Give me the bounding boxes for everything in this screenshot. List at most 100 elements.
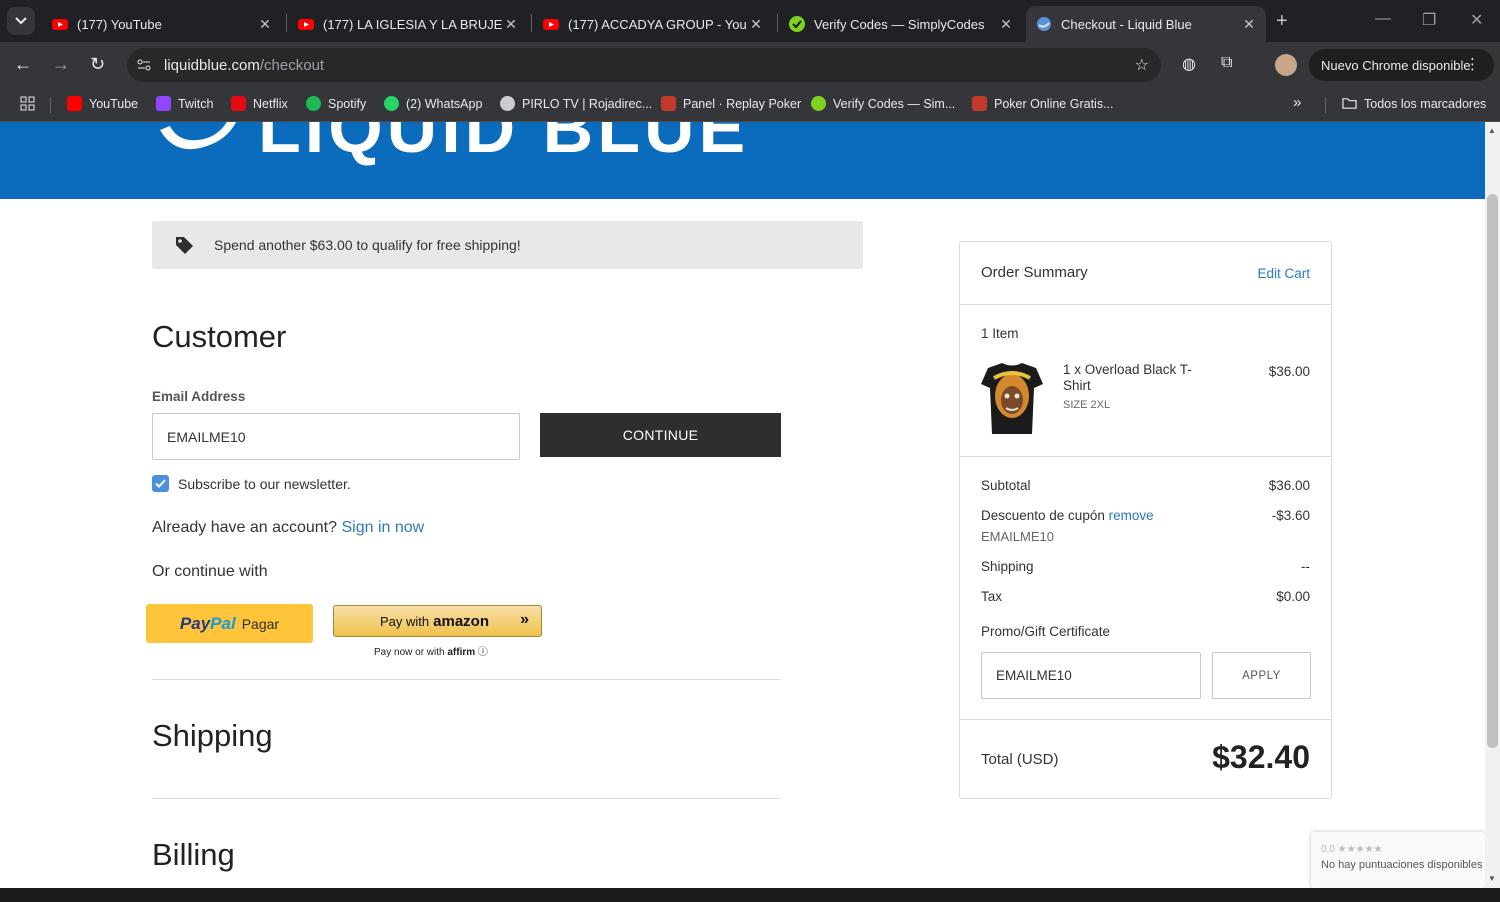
bookmark-spotify[interactable]: Spotify <box>306 96 366 111</box>
page-scrollbar[interactable]: ▲ ▼ <box>1485 122 1500 888</box>
discount-row: Descuento de cupón remove -$3.60 <box>981 508 1310 523</box>
reload-icon[interactable]: ↻ <box>90 54 105 75</box>
avatar[interactable] <box>1275 54 1297 76</box>
bookmark-star-icon[interactable]: ☆ <box>1135 55 1149 75</box>
subtotal-label: Subtotal <box>981 478 1031 493</box>
translate-icon[interactable]: ◍ <box>1182 54 1196 74</box>
tax-value: $0.00 <box>1276 589 1310 604</box>
account-prompt: Already have an account? Sign in now <box>152 519 424 537</box>
account-prompt-text: Already have an account? <box>152 519 338 536</box>
twitch-icon <box>156 96 171 111</box>
affirm-note[interactable]: Pay now or with affirm ⓘ <box>374 643 488 658</box>
browser-toolbar: ← → ↻ liquidblue.com/checkout ☆ ◍ ⧉ Nuev… <box>0 42 1500 88</box>
window-close-icon[interactable]: ✕ <box>1470 10 1483 30</box>
tab-simplycodes[interactable]: Verify Codes — SimplyCodes ✕ <box>779 6 1023 42</box>
new-tab-icon[interactable]: + <box>1276 10 1288 33</box>
rating-text: No hay puntuaciones disponibles <box>1321 859 1483 871</box>
address-bar[interactable]: liquidblue.com/checkout ☆ <box>127 48 1161 82</box>
order-summary-title: Order Summary <box>981 264 1088 281</box>
soccer-icon <box>500 96 515 111</box>
whatsapp-icon <box>384 96 399 111</box>
tax-row: Tax $0.00 <box>981 589 1310 604</box>
minimize-icon[interactable]: — <box>1375 10 1391 28</box>
youtube-icon <box>298 19 314 30</box>
summary-divider <box>960 719 1331 720</box>
edit-cart-link[interactable]: Edit Cart <box>1257 266 1310 281</box>
scroll-down-icon[interactable]: ▼ <box>1488 874 1496 883</box>
tab-divider <box>531 14 532 32</box>
liquid-blue-wordmark[interactable]: LIQUID BLUE <box>258 122 749 168</box>
amazon-pay-button[interactable]: Pay with amazon » <box>333 605 542 637</box>
poker-icon <box>661 96 676 111</box>
email-field[interactable]: EMAILME10 <box>152 413 520 460</box>
scroll-up-icon[interactable]: ▲ <box>1488 126 1496 135</box>
section-divider <box>152 679 781 680</box>
item-size: SIZE 2XL <box>1063 399 1111 411</box>
product-thumbnail[interactable] <box>980 362 1044 435</box>
close-icon[interactable]: ✕ <box>256 16 274 33</box>
close-icon[interactable]: ✕ <box>997 16 1015 33</box>
paypal-pagar-label: Pagar <box>241 615 280 632</box>
scroll-thumb[interactable] <box>1487 194 1498 748</box>
bookmark-verify-codes[interactable]: Verify Codes — Sim... <box>811 96 955 111</box>
chevron-down-icon <box>15 17 27 25</box>
tab-title: Verify Codes — SimplyCodes <box>814 16 985 32</box>
shipping-label: Shipping <box>981 559 1034 574</box>
email-label: Email Address <box>152 389 246 404</box>
subtotal-value: $36.00 <box>1268 478 1310 493</box>
bookmark-youtube[interactable]: YouTube <box>67 96 138 111</box>
email-value: EMAILME10 <box>167 428 246 445</box>
paypal-button[interactable]: Pay Pal Pagar <box>146 604 313 643</box>
applied-coupon-code: EMAILME10 <box>981 529 1054 544</box>
continue-button[interactable]: CONTINUE <box>540 413 781 457</box>
newsletter-checkbox[interactable] <box>152 475 169 492</box>
info-icon[interactable]: ⓘ <box>478 647 488 658</box>
billing-heading: Billing <box>152 837 235 872</box>
amazon-pay-label: Pay with <box>380 613 430 629</box>
liquid-blue-logo[interactable] <box>156 122 240 156</box>
tab-iglesia[interactable]: (177) LA IGLESIA Y LA BRUJERÍA ✕ <box>288 6 528 42</box>
site-settings-icon[interactable] <box>137 58 151 72</box>
back-icon[interactable]: ← <box>14 54 32 75</box>
customer-heading: Customer <box>152 319 287 354</box>
os-taskbar <box>0 888 1500 902</box>
chrome-update-button[interactable]: Nuevo Chrome disponible ⋮ <box>1309 49 1494 81</box>
extensions-icon[interactable]: ⧉ <box>1221 54 1232 72</box>
bookmark-poker-online[interactable]: Poker Online Gratis... <box>972 96 1114 111</box>
close-icon[interactable]: ✕ <box>502 16 520 33</box>
more-menu-icon[interactable]: ⋮ <box>1465 55 1480 73</box>
close-icon[interactable]: ✕ <box>1240 16 1258 33</box>
rating-widget[interactable]: 0.0 ★★★★★ No hay puntuaciones disponible… <box>1311 832 1485 888</box>
bookmarks-bar: YouTube Twitch Netflix Spotify (2) Whats… <box>0 88 1500 122</box>
tag-icon <box>176 237 193 254</box>
bookmark-twitch[interactable]: Twitch <box>156 96 213 111</box>
bookmark-divider <box>1325 97 1326 113</box>
newsletter-option[interactable]: Subscribe to our newsletter. <box>152 475 351 492</box>
total-label: Total (USD) <box>981 751 1059 768</box>
tab-checkout-active[interactable]: Checkout - Liquid Blue ✕ <box>1026 6 1266 42</box>
apps-icon[interactable] <box>20 96 35 111</box>
tab-divider <box>777 14 778 32</box>
forward-icon[interactable]: → <box>52 54 70 75</box>
more-bookmarks-icon[interactable]: » <box>1293 94 1301 111</box>
remove-coupon-link[interactable]: remove <box>1109 508 1154 523</box>
promo-code-input[interactable]: EMAILME10 <box>981 652 1201 699</box>
bookmark-whatsapp[interactable]: (2) WhatsApp <box>384 96 482 111</box>
item-count: 1 Item <box>981 326 1019 341</box>
restore-icon[interactable]: ❐ <box>1422 10 1436 30</box>
all-bookmarks[interactable]: Todos los marcadores <box>1342 96 1486 111</box>
bookmark-replay-poker[interactable]: Panel · Replay Poker <box>661 96 801 111</box>
subtotal-row: Subtotal $36.00 <box>981 478 1310 493</box>
tab-youtube[interactable]: (177) YouTube ✕ <box>42 6 282 42</box>
tab-title: (177) YouTube <box>77 16 162 32</box>
sign-in-link[interactable]: Sign in now <box>341 519 424 536</box>
tab-divider <box>286 14 287 32</box>
free-shipping-text: Spend another $63.00 to qualify for free… <box>214 237 521 253</box>
netflix-icon <box>231 96 246 111</box>
bookmark-pirlo[interactable]: PIRLO TV | Rojadirec... <box>500 96 652 111</box>
tab-search-button[interactable] <box>7 7 35 35</box>
close-icon[interactable]: ✕ <box>747 16 765 33</box>
tab-accadya[interactable]: (177) ACCADYA GROUP - YouTube ✕ <box>533 6 773 42</box>
apply-button[interactable]: APPLY <box>1212 652 1311 699</box>
bookmark-netflix[interactable]: Netflix <box>231 96 288 111</box>
